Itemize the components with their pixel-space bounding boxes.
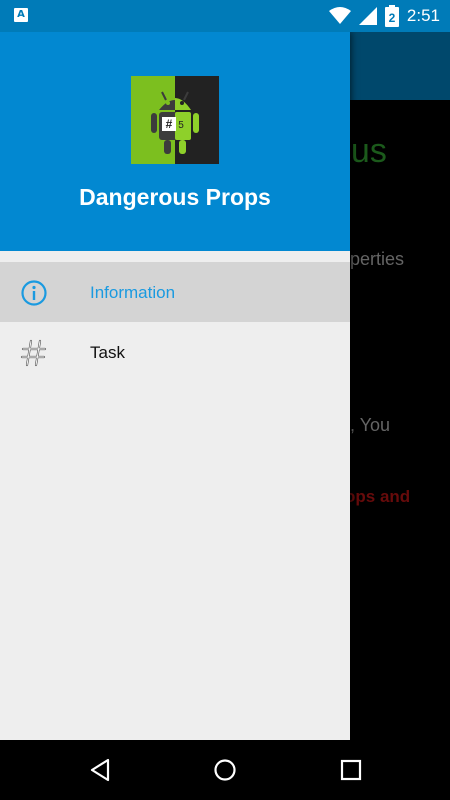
drawer-menu: Information Task (0, 262, 350, 382)
info-icon (21, 280, 47, 306)
hash-icon (20, 339, 47, 367)
home-icon[interactable] (213, 758, 237, 782)
app-logo-icon: # 5 (131, 76, 219, 164)
battery-level: 2 (389, 11, 396, 25)
svg-text:#: # (166, 117, 173, 131)
drawer-item-task[interactable]: Task (0, 322, 350, 382)
svg-text:5: 5 (178, 120, 184, 131)
status-icons: 2 2:51 (328, 0, 440, 32)
signal-icon (358, 7, 377, 25)
status-bar: A 2 2:51 (0, 0, 450, 32)
app-name: Dangerous Props (79, 184, 271, 210)
drawer-header: # 5 Dangerous Props (0, 32, 350, 251)
back-icon[interactable] (88, 758, 112, 782)
screen: A 2 2:51 ous operties e, You ops and # 5… (0, 0, 450, 800)
drawer-item-information[interactable]: Information (0, 262, 350, 322)
drawer-item-label: Information (90, 283, 176, 302)
notification-icon: A (14, 8, 28, 22)
wifi-icon (328, 7, 351, 24)
system-nav-bar (0, 740, 450, 800)
background-app: ous operties e, You ops and # 5 Dangerou… (0, 32, 450, 772)
recents-icon[interactable] (339, 758, 363, 782)
battery-icon: 2 (384, 5, 399, 27)
navigation-drawer: # 5 Dangerous Props Information Task (0, 32, 350, 772)
status-time: 2:51 (406, 6, 440, 25)
drawer-item-label: Task (90, 343, 125, 362)
